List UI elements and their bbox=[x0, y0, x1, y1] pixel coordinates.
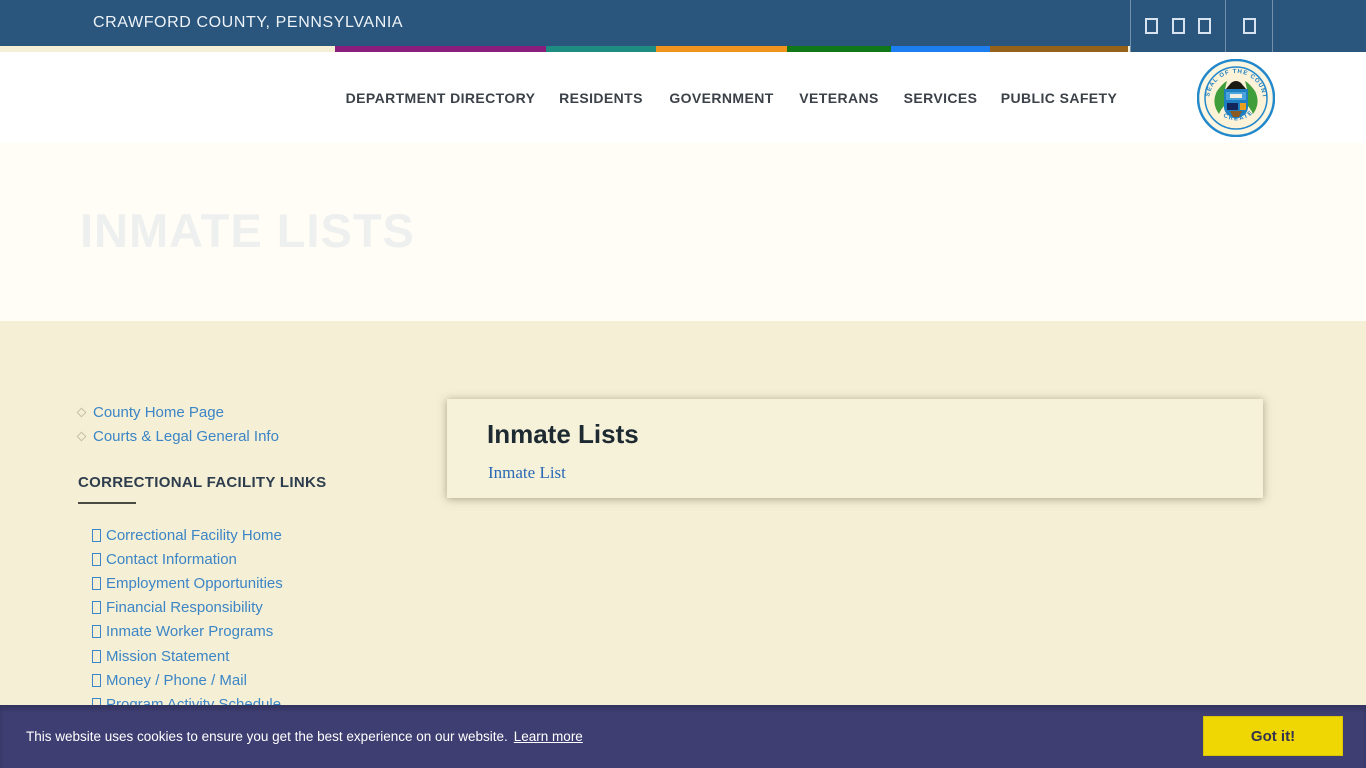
nav-item-veterans[interactable]: VETERANS bbox=[787, 90, 891, 106]
inmate-list-link[interactable]: Inmate List bbox=[488, 463, 566, 483]
missing-glyph-icon bbox=[92, 529, 101, 542]
nav-item-residents[interactable]: RESIDENTS bbox=[546, 90, 656, 106]
site-title: CRAWFORD COUNTY, PENNSYLVANIA bbox=[93, 0, 403, 46]
sidebar-link-label: County Home Page bbox=[93, 404, 224, 421]
stripe-segment-teal bbox=[546, 46, 656, 52]
stripe-segment-brown bbox=[990, 46, 1128, 52]
content-area: County Home Page Courts & Legal General … bbox=[0, 321, 1366, 768]
sidebar-link-financial[interactable]: Financial Responsibility bbox=[92, 596, 428, 620]
card-title: Inmate Lists bbox=[487, 419, 1263, 450]
missing-glyph-icon bbox=[92, 650, 101, 663]
sidebar-link-mission[interactable]: Mission Statement bbox=[92, 644, 428, 668]
missing-glyph-icon bbox=[92, 625, 101, 638]
county-seal-icon: SEAL OF THE COUNTY OF CRAWFORD CREATED 1… bbox=[1197, 59, 1275, 137]
learn-more-link[interactable]: Learn more bbox=[514, 729, 583, 744]
nav-item-government[interactable]: GOVERNMENT bbox=[656, 90, 787, 106]
stripe-segment-green bbox=[787, 46, 891, 52]
social-icon-3[interactable] bbox=[1198, 18, 1211, 34]
stripe-segment-orange bbox=[656, 46, 787, 52]
missing-glyph-icon bbox=[92, 577, 101, 590]
inmate-lists-card: Inmate Lists Inmate List bbox=[447, 399, 1263, 498]
sidebar-link-money-phone-mail[interactable]: Money / Phone / Mail bbox=[92, 668, 428, 692]
sidebar-link-courts-legal[interactable]: Courts & Legal General Info bbox=[78, 424, 428, 448]
sidebar-link-contact-info[interactable]: Contact Information bbox=[92, 547, 428, 571]
social-icon-group bbox=[1225, 0, 1272, 52]
sidebar-link-label: Employment Opportunities bbox=[106, 575, 283, 592]
sidebar-link-label: Courts & Legal General Info bbox=[93, 428, 279, 445]
stripe-segment-blue bbox=[891, 46, 990, 52]
missing-glyph-icon bbox=[92, 553, 101, 566]
social-bar-spacer bbox=[1272, 0, 1366, 52]
sidebar-link-label: Inmate Worker Programs bbox=[106, 623, 273, 640]
sidebar-link-employment[interactable]: Employment Opportunities bbox=[92, 571, 428, 595]
cookie-message: This website uses cookies to ensure you … bbox=[26, 729, 508, 744]
social-links-bar bbox=[1130, 0, 1366, 52]
social-icon-2[interactable] bbox=[1172, 18, 1185, 34]
hero-banner: INMATE LISTS bbox=[0, 143, 1366, 321]
social-icon-1[interactable] bbox=[1145, 18, 1158, 34]
nav-item-public-safety[interactable]: PUBLIC SAFETY bbox=[990, 90, 1128, 106]
sidebar-link-label: Money / Phone / Mail bbox=[106, 672, 247, 689]
diamond-bullet-icon bbox=[77, 431, 87, 441]
diamond-bullet-icon bbox=[77, 407, 87, 417]
missing-glyph-icon bbox=[92, 601, 101, 614]
sidebar-link-label: Contact Information bbox=[106, 551, 237, 568]
sidebar-link-worker-programs[interactable]: Inmate Worker Programs bbox=[92, 620, 428, 644]
facility-links-list: Correctional Facility Home Contact Infor… bbox=[78, 523, 428, 717]
sidebar-link-label: Correctional Facility Home bbox=[106, 527, 282, 544]
social-icon-4[interactable] bbox=[1243, 18, 1256, 34]
sidebar: County Home Page Courts & Legal General … bbox=[78, 400, 428, 717]
sidebar-link-label: Mission Statement bbox=[106, 648, 229, 665]
sidebar-link-county-home[interactable]: County Home Page bbox=[78, 400, 428, 424]
main-navigation: DEPARTMENT DIRECTORY RESIDENTS GOVERNMEN… bbox=[0, 52, 1366, 143]
social-icon-group bbox=[1130, 0, 1225, 52]
missing-glyph-icon bbox=[92, 674, 101, 687]
county-seal-logo[interactable]: SEAL OF THE COUNTY OF CRAWFORD CREATED 1… bbox=[1197, 59, 1275, 137]
sidebar-section-heading: CORRECTIONAL FACILITY LINKS bbox=[78, 474, 428, 491]
accept-cookies-button[interactable]: Got it! bbox=[1203, 716, 1343, 756]
nav-item-services[interactable]: SERVICES bbox=[891, 90, 990, 106]
nav-accent-stripe bbox=[335, 46, 1128, 52]
heading-underline bbox=[78, 502, 136, 504]
sidebar-link-facility-home[interactable]: Correctional Facility Home bbox=[92, 523, 428, 547]
cookie-consent-banner: This website uses cookies to ensure you … bbox=[0, 705, 1366, 768]
nav-item-department-directory[interactable]: DEPARTMENT DIRECTORY bbox=[335, 90, 546, 106]
page-title-watermark: INMATE LISTS bbox=[80, 203, 415, 258]
stripe-segment-purple bbox=[335, 46, 546, 52]
nav-menu: DEPARTMENT DIRECTORY RESIDENTS GOVERNMEN… bbox=[335, 52, 1128, 143]
sidebar-link-label: Financial Responsibility bbox=[106, 599, 263, 616]
